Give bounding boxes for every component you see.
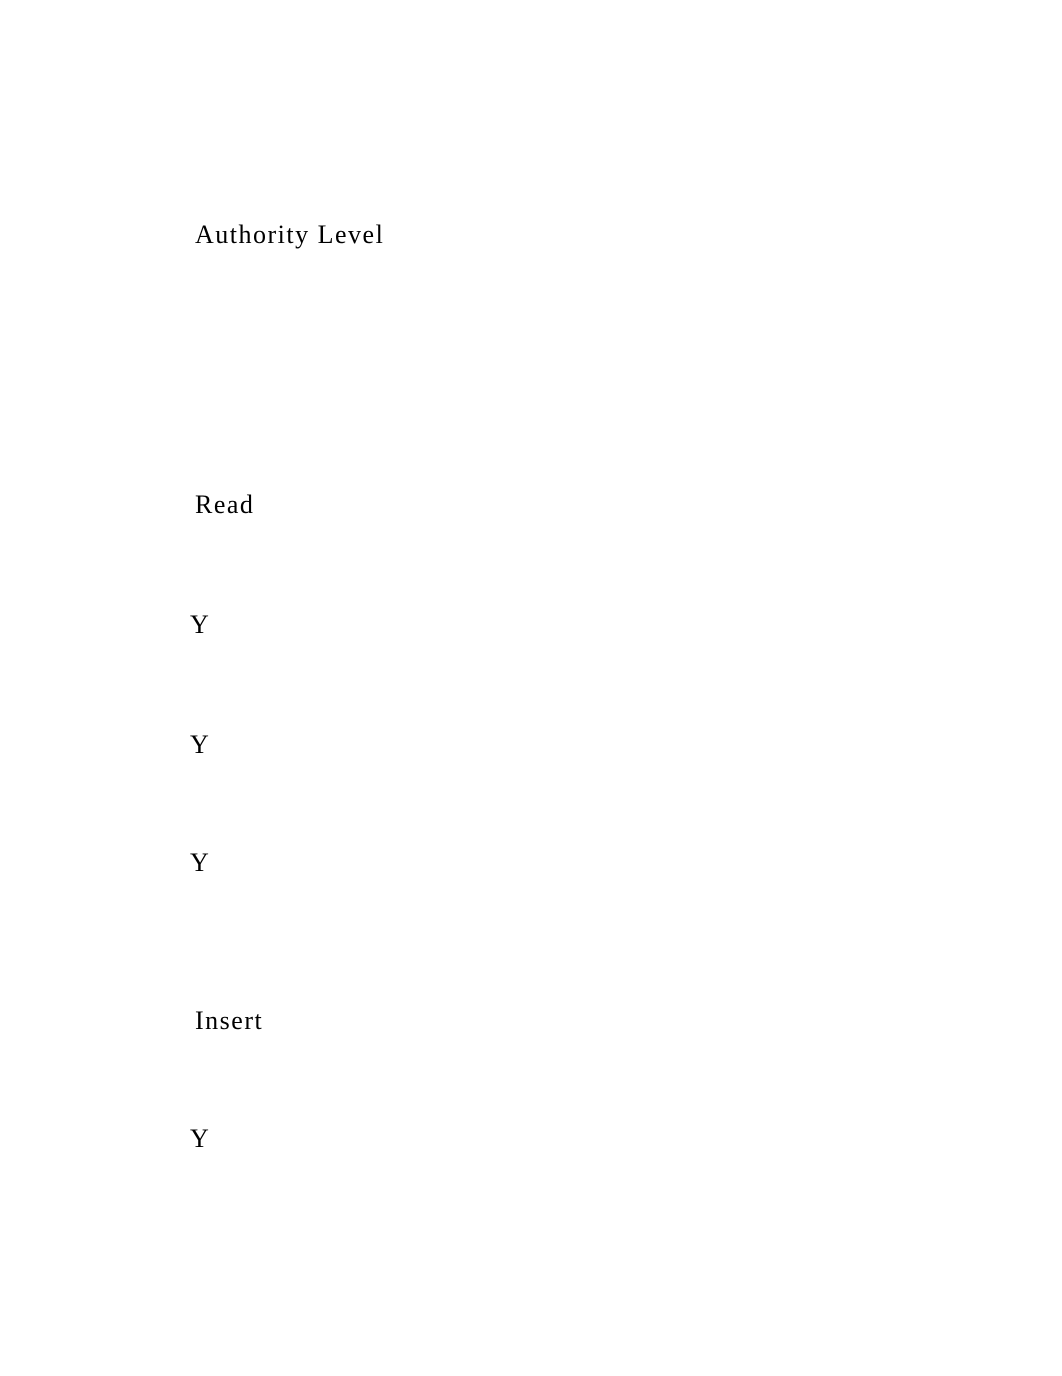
read-value: Y [190,848,895,878]
document-content: Authority Level Read Y Y Y Insert Y [195,0,895,1154]
insert-value: Y [190,1124,895,1154]
insert-section-label: Insert [195,1006,895,1036]
read-value: Y [190,730,895,760]
read-value: Y [190,610,895,640]
authority-level-heading: Authority Level [195,220,895,250]
read-section-label: Read [195,490,895,520]
